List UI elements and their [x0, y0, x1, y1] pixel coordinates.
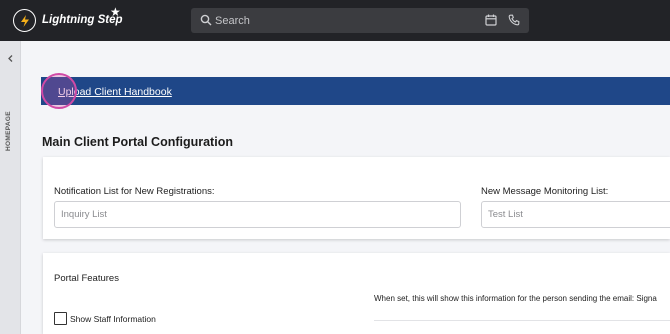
- search-bar[interactable]: [191, 8, 529, 33]
- phone-icon[interactable]: [508, 14, 520, 26]
- divider: [374, 320, 670, 321]
- top-bar: Lightning Step ★: [0, 0, 670, 41]
- handbook-banner: Upload Client Handbook: [41, 77, 670, 105]
- monitoring-list-input[interactable]: [482, 202, 670, 227]
- monitoring-list-field[interactable]: [481, 201, 670, 228]
- staff-info-description: When set, this will show this informatio…: [374, 294, 657, 303]
- portal-features-card: Portal Features When set, this will show…: [43, 253, 670, 334]
- notification-settings-card: Notification List for New Registrations:…: [43, 157, 670, 239]
- click-highlight: [41, 73, 77, 109]
- lightning-logo-icon[interactable]: [13, 9, 36, 32]
- show-staff-label[interactable]: Show Staff Information: [70, 314, 156, 324]
- search-input[interactable]: [215, 11, 465, 30]
- notification-list-input[interactable]: [55, 202, 460, 227]
- sidebar-tab-homepage[interactable]: HOMEPAGE: [5, 111, 12, 151]
- search-icon: [200, 14, 212, 26]
- monitoring-list-label: New Message Monitoring List:: [481, 186, 609, 197]
- page-title: Main Client Portal Configuration: [42, 135, 233, 149]
- favorite-star-icon[interactable]: ★: [110, 5, 121, 19]
- portal-features-title: Portal Features: [54, 273, 119, 284]
- collapsed-sidebar: HOMEPAGE: [0, 41, 21, 334]
- chevron-left-icon[interactable]: [6, 54, 15, 63]
- calendar-icon[interactable]: [485, 14, 497, 26]
- notification-list-label: Notification List for New Registrations:: [54, 186, 215, 197]
- notification-list-field[interactable]: [54, 201, 461, 228]
- show-staff-checkbox[interactable]: [54, 312, 67, 325]
